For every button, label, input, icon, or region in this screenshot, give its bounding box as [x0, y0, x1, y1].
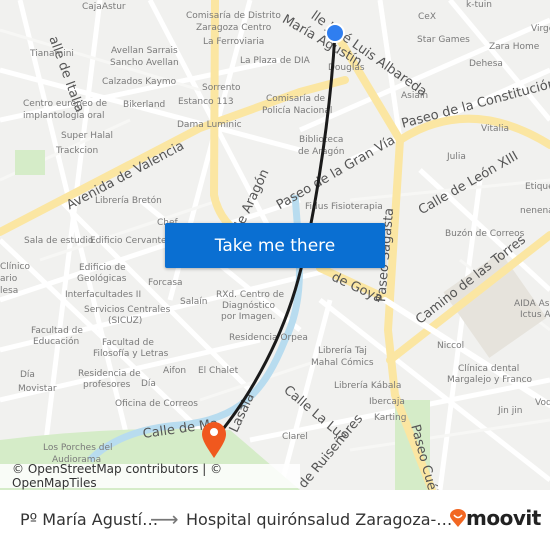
- moovit-pin-icon: [450, 509, 466, 527]
- destination-name: Hospital quirónsalud Zaragoza-…: [186, 510, 453, 529]
- footer: Pº María Agustí… ⟶ Hospital quirónsalud …: [0, 490, 550, 550]
- take-me-there-button[interactable]: Take me there: [165, 223, 385, 268]
- destination-marker-icon: [202, 422, 226, 458]
- arrow-right-icon: ⟶: [150, 507, 179, 531]
- map-attribution[interactable]: © OpenStreetMap contributors | © OpenMap…: [0, 462, 300, 490]
- origin-name: Pº María Agustí…: [20, 510, 159, 529]
- moovit-logo[interactable]: moovit: [450, 506, 541, 530]
- moovit-logo-text: moovit: [466, 506, 541, 530]
- map[interactable]: alle de Italia María Agustín lle José Luis…: [0, 0, 550, 490]
- origin-marker: [325, 23, 345, 43]
